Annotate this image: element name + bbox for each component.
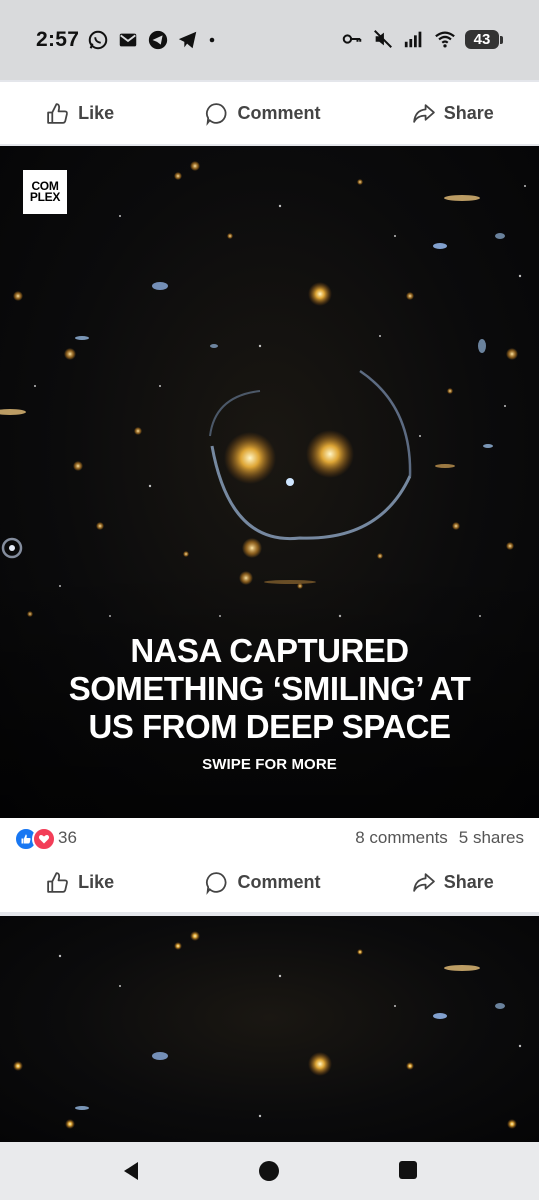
love-reaction-icon [32, 827, 56, 851]
status-time: 2:57 [36, 28, 80, 51]
gmail-icon [119, 33, 137, 47]
thumbs-up-icon [47, 102, 68, 124]
comment-button[interactable]: Comment [204, 101, 320, 126]
comment-icon [206, 871, 227, 895]
share-icon [413, 872, 435, 892]
home-icon[interactable] [258, 1160, 280, 1182]
headline-line: US FROM DEEP SPACE [88, 708, 451, 745]
comment-button[interactable]: Comment [204, 870, 320, 895]
back-icon[interactable] [120, 1160, 142, 1182]
battery-icon: 43 [465, 29, 503, 49]
dot-icon [209, 37, 215, 43]
telegram-icon [179, 31, 197, 49]
share-label: Share [443, 102, 494, 123]
like-button[interactable]: Like [45, 870, 114, 895]
signal-icon [404, 31, 422, 48]
swipe-for-more: SWIPE FOR MORE [202, 756, 337, 773]
headline-line: SOMETHING ‘SMILING’ AT [68, 670, 471, 707]
like-label: Like [78, 871, 115, 892]
shares-count[interactable]: 5 shares [459, 828, 524, 848]
space-photo [13, 931, 522, 1129]
thumbs-up-icon [47, 871, 68, 893]
mute-icon [374, 30, 392, 48]
comments-count[interactable]: 8 comments [355, 828, 448, 848]
like-button[interactable]: Like [45, 101, 114, 126]
key-icon [342, 34, 362, 44]
post-image[interactable]: COM PLEX NASA CAPTURED SOMETHING ‘SMILIN… [0, 146, 539, 818]
comment-label: Comment [237, 871, 321, 892]
headline: NASA CAPTURED SOMETHING ‘SMILING’ AT US … [0, 632, 539, 746]
share-icon [413, 103, 435, 123]
reaction-summary[interactable] [14, 827, 56, 851]
telegram-icon [149, 30, 168, 50]
whatsapp-icon [88, 30, 108, 50]
complex-logo: COM PLEX [23, 170, 67, 214]
share-label: Share [443, 871, 494, 892]
share-button[interactable]: Share [411, 870, 494, 895]
headline-line: NASA CAPTURED [130, 632, 409, 669]
status-bar: 2:57 43 [0, 0, 539, 80]
action-bar-top: Like Comment Share [0, 82, 539, 144]
share-button[interactable]: Share [411, 101, 494, 126]
reaction-count[interactable]: 36 [58, 828, 77, 848]
recents-icon[interactable] [398, 1160, 418, 1180]
next-post-image[interactable] [0, 916, 539, 1142]
action-bar-bottom: Like Comment Share [0, 852, 539, 912]
like-label: Like [78, 102, 115, 123]
navigation-bar [0, 1142, 539, 1200]
wifi-icon [435, 31, 455, 48]
comment-icon [206, 102, 227, 126]
comment-label: Comment [237, 102, 321, 123]
